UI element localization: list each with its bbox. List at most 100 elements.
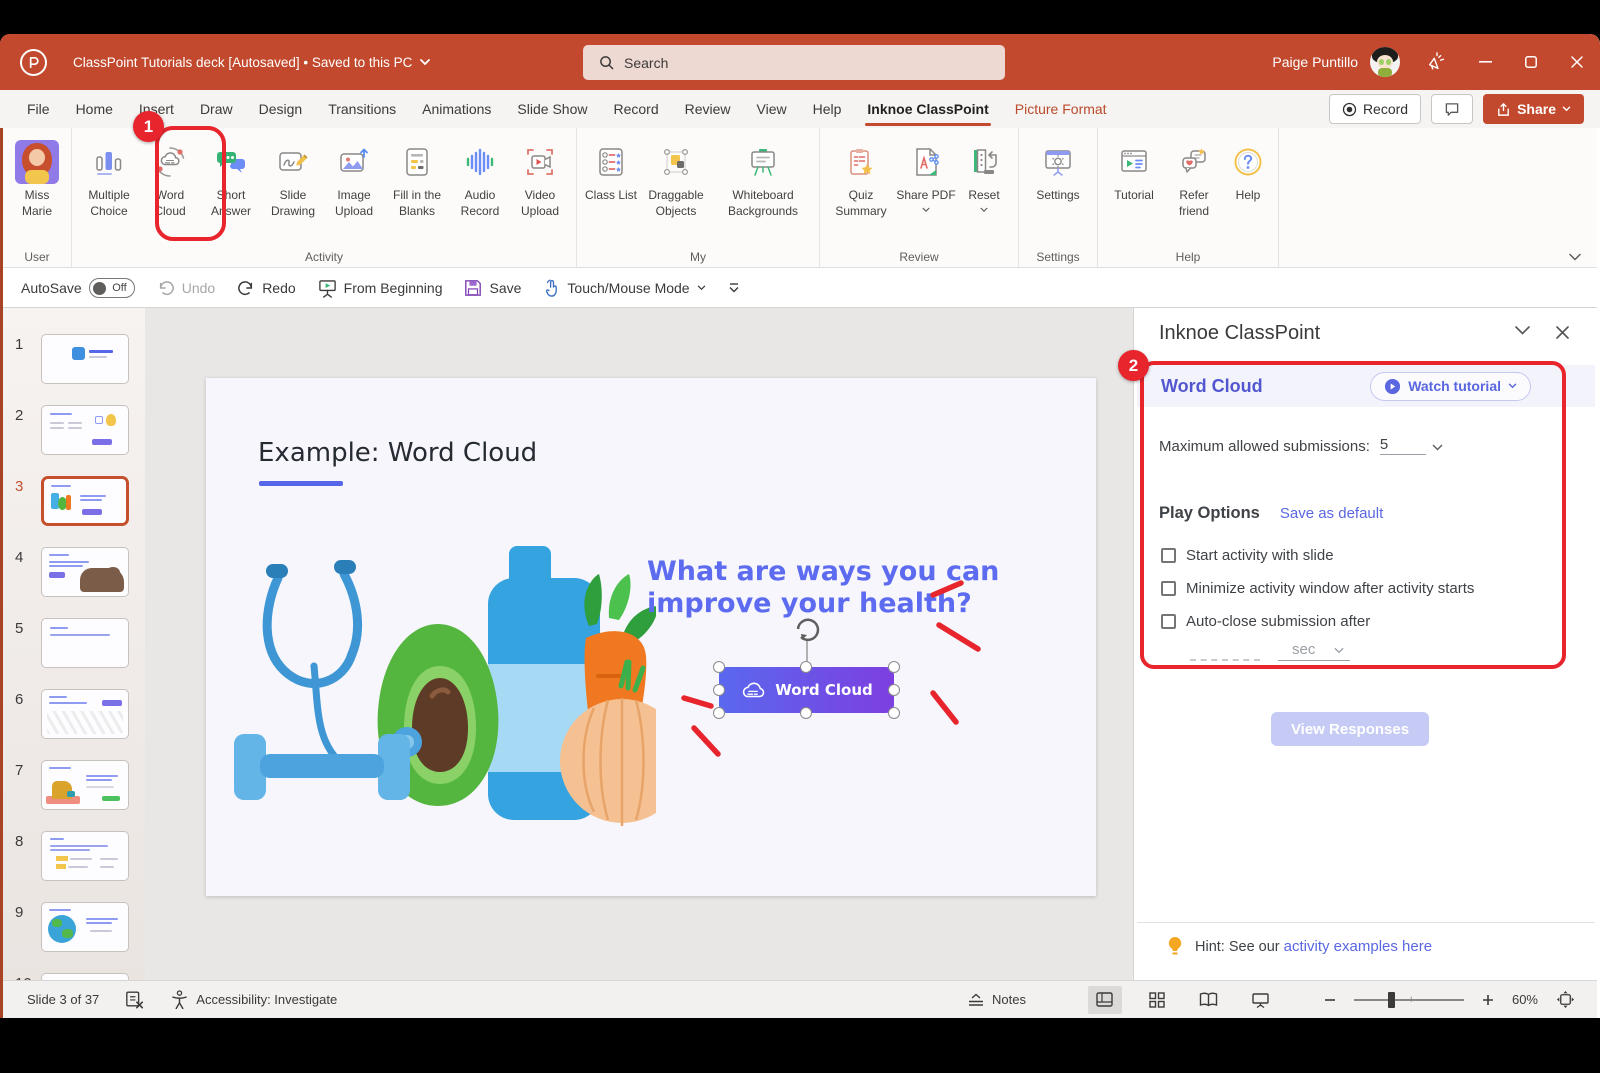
tab-slide-show[interactable]: Slide Show (504, 90, 600, 128)
comments-button[interactable] (1431, 94, 1474, 124)
close-button[interactable] (1554, 34, 1600, 90)
tab-inknoe-classpoint[interactable]: Inknoe ClassPoint (854, 90, 1001, 128)
thumbnail-row-10[interactable]: 10 (3, 967, 145, 980)
pane-close-icon[interactable] (1556, 326, 1569, 339)
powerpoint-logo-icon[interactable] (20, 48, 47, 76)
ribbon-button-draggable-objects[interactable]: Draggable Objects (639, 134, 713, 219)
thumbnail-row-1[interactable]: 1 (3, 328, 145, 399)
zoom-level[interactable]: 60% (1512, 992, 1538, 1007)
tab-design[interactable]: Design (246, 90, 316, 128)
record-button[interactable]: Record (1328, 94, 1422, 124)
selection-handle[interactable] (888, 661, 900, 673)
thumbnail-row-2[interactable]: 2 (3, 399, 145, 470)
accessibility-status[interactable]: Accessibility: Investigate (171, 990, 337, 1009)
selection-handle[interactable] (713, 684, 725, 696)
slide-editor[interactable]: Example: Word Cloud What are ways you ca… (206, 378, 1096, 896)
tab-record[interactable]: Record (600, 90, 671, 128)
undo-button[interactable]: Undo (157, 280, 215, 296)
tab-help[interactable]: Help (800, 90, 855, 128)
slide-thumbnail[interactable] (41, 405, 129, 455)
tab-draw[interactable]: Draw (187, 90, 246, 128)
slide-thumbnail[interactable] (41, 973, 129, 980)
slide-counter[interactable]: Slide 3 of 37 (27, 992, 99, 1007)
minimize-button[interactable] (1462, 34, 1508, 90)
tab-review[interactable]: Review (672, 90, 744, 128)
slide-title[interactable]: Example: Word Cloud (258, 438, 537, 468)
ribbon-button-whiteboard-backgrounds[interactable]: Whiteboard Backgrounds (713, 134, 813, 219)
zoom-slider-thumb[interactable] (1387, 991, 1395, 1008)
normal-view-button[interactable] (1087, 985, 1122, 1014)
slide-sorter-view-button[interactable] (1140, 986, 1174, 1014)
ribbon-button-video-upload[interactable]: Video Upload (510, 134, 570, 219)
selection-handle[interactable] (800, 661, 812, 673)
slide-thumbnail[interactable] (41, 831, 129, 881)
ribbon-button-image-upload[interactable]: Image Upload (324, 134, 384, 219)
tab-picture-format[interactable]: Picture Format (1002, 90, 1120, 128)
autosave-switch[interactable]: Off (88, 278, 135, 298)
view-responses-button[interactable]: View Responses (1271, 712, 1429, 746)
activity-examples-link[interactable]: activity examples here (1284, 938, 1432, 955)
slide-thumbnail[interactable] (41, 547, 129, 597)
thumbnail-row-7[interactable]: 7 (3, 754, 145, 825)
tab-transitions[interactable]: Transitions (315, 90, 409, 128)
spell-check-icon[interactable] (125, 990, 145, 1009)
zoom-in-button[interactable] (1482, 994, 1494, 1006)
thumbnail-row-6[interactable]: 6 (3, 683, 145, 754)
selection-handle[interactable] (888, 707, 900, 719)
ribbon-button-multiple-choice[interactable]: Multiple Choice (78, 134, 140, 219)
tab-file[interactable]: File (14, 90, 63, 128)
selection-handle[interactable] (800, 707, 812, 719)
touch-mouse-mode-button[interactable]: Touch/Mouse Mode (543, 279, 705, 297)
ribbon-button-share-pdf[interactable]: Share PDF (896, 134, 956, 213)
zoom-slider[interactable]: + (1353, 991, 1464, 1008)
notes-button[interactable]: Notes (967, 992, 1026, 1007)
user-name[interactable]: Paige Puntillo (1272, 54, 1358, 70)
ribbon-button-audio-record[interactable]: Audio Record (450, 134, 510, 219)
pane-chevron-down-icon[interactable] (1515, 326, 1530, 335)
reading-view-button[interactable] (1192, 986, 1226, 1014)
thumbnail-row-8[interactable]: 8 (3, 825, 145, 896)
maximize-button[interactable] (1508, 34, 1554, 90)
slide-thumbnail[interactable] (41, 760, 129, 810)
ribbon-button-reset[interactable]: Reset (956, 134, 1012, 213)
zoom-out-button[interactable] (1324, 994, 1336, 1006)
slide-thumbnail-selected[interactable] (41, 476, 129, 526)
slide-thumbnail[interactable] (41, 689, 129, 739)
toolbar-overflow-chevron[interactable] (728, 283, 740, 293)
autosave-toggle[interactable]: AutoSave Off (21, 278, 135, 298)
slide-question-text[interactable]: What are ways you can improve your healt… (647, 556, 1017, 621)
ribbon-button-settings[interactable]: Settings (1025, 134, 1091, 204)
thumbnail-row-4[interactable]: 4 (3, 541, 145, 612)
slide-thumbnail[interactable] (41, 334, 129, 384)
share-button[interactable]: Share (1483, 94, 1584, 124)
ribbon-button-class-list[interactable]: Class List (583, 134, 639, 204)
from-beginning-button[interactable]: From Beginning (318, 279, 442, 298)
thumbnail-row-9[interactable]: 9 (3, 896, 145, 967)
healthy-food-illustration[interactable] (226, 546, 656, 851)
ribbon-button-miss-marie[interactable]: Miss Marie (9, 134, 65, 219)
redo-button[interactable]: Redo (237, 280, 296, 296)
thumbnail-row-5[interactable]: 5 (3, 612, 145, 683)
document-title[interactable]: ClassPoint Tutorials deck [Autosaved] • … (73, 55, 431, 70)
ribbon-button-help[interactable]: Help (1224, 134, 1272, 204)
feedback-megaphone-icon[interactable] (1426, 51, 1448, 73)
tab-animations[interactable]: Animations (409, 90, 504, 128)
slideshow-view-button[interactable] (1244, 986, 1278, 1014)
selection-handle[interactable] (713, 661, 725, 673)
ribbon-button-quiz-summary[interactable]: Quiz Summary (826, 134, 896, 219)
save-button[interactable]: Save (464, 279, 521, 297)
ribbon-button-tutorial[interactable]: Tutorial (1104, 134, 1164, 204)
selection-handle[interactable] (888, 684, 900, 696)
ribbon-button-refer-friend[interactable]: Refer friend (1164, 134, 1224, 219)
tab-home[interactable]: Home (63, 90, 126, 128)
ribbon-button-slide-drawing[interactable]: Slide Drawing (262, 134, 324, 219)
fit-to-window-icon[interactable] (1556, 990, 1575, 1009)
thumbnail-row-3-selected[interactable]: 3 (3, 470, 145, 541)
ribbon-button-fill-in-the-blanks[interactable]: Fill in the Blanks (384, 134, 450, 219)
selection-handle[interactable] (713, 707, 725, 719)
slide-thumbnail[interactable] (41, 902, 129, 952)
tab-view[interactable]: View (744, 90, 800, 128)
slide-thumbnail[interactable] (41, 618, 129, 668)
search-input[interactable]: Search (583, 45, 1005, 80)
avatar[interactable] (1370, 47, 1400, 77)
